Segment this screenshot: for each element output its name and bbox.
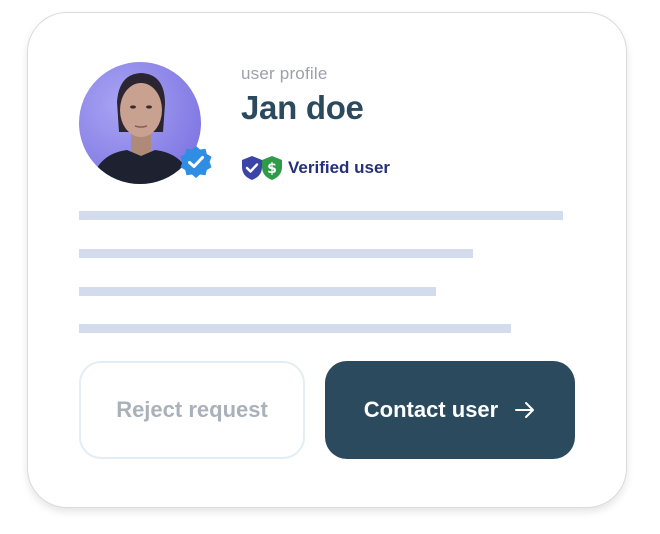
contact-user-label: Contact user xyxy=(363,397,499,422)
shield-check-icon xyxy=(242,156,262,180)
shield-dollar-icon: $ xyxy=(262,156,282,180)
reject-request-button[interactable]: Reject request xyxy=(79,361,305,459)
verified-status: $ Verified user xyxy=(241,154,390,182)
profile-subtitle: user profile xyxy=(241,64,328,83)
verified-label: Verified user xyxy=(288,158,391,177)
user-profile-card: user profile Jan doe $ Verified user Rej… xyxy=(27,12,627,508)
contact-user-button[interactable]: Contact user xyxy=(325,361,575,459)
profile-name: Jan doe xyxy=(241,89,364,126)
placeholder-text-line xyxy=(79,211,563,220)
arrow-right-icon xyxy=(514,401,536,419)
verified-badge-icon xyxy=(180,146,212,178)
placeholder-text-line xyxy=(79,324,511,333)
reject-request-label: Reject request xyxy=(116,397,268,422)
avatar-container xyxy=(79,62,212,184)
placeholder-text-line xyxy=(79,287,436,296)
placeholder-text-line xyxy=(79,249,473,258)
svg-text:$: $ xyxy=(267,161,277,177)
